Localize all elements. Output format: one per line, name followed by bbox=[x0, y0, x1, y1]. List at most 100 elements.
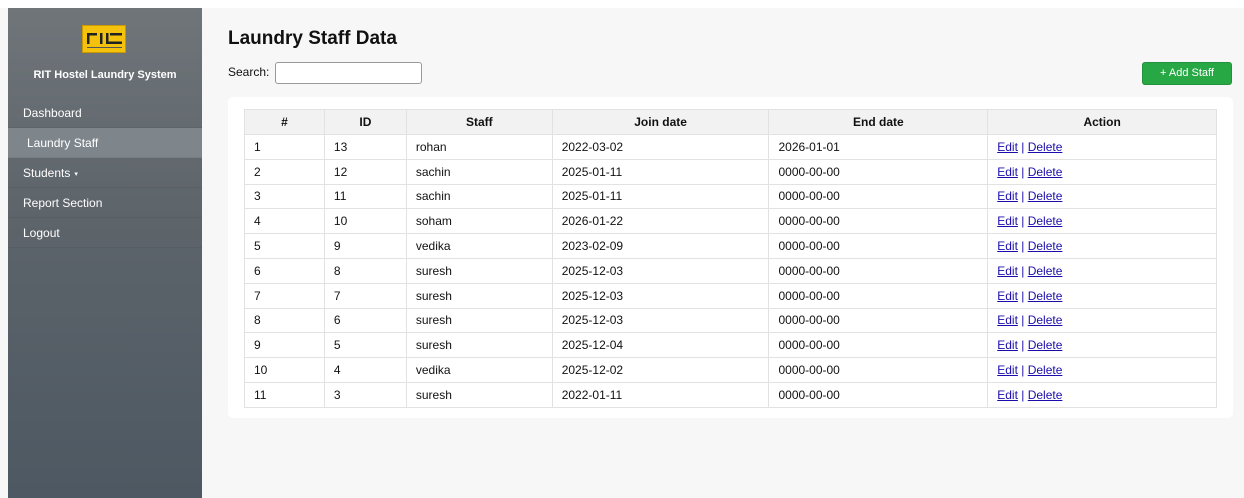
action-separator: | bbox=[1017, 139, 1028, 154]
edit-link[interactable]: Edit bbox=[997, 239, 1018, 253]
search-input[interactable] bbox=[275, 62, 422, 84]
column-header: End date bbox=[768, 109, 989, 135]
table-cell-action: Edit | Delete bbox=[987, 332, 1217, 359]
table-cell-end: 0000-00-00 bbox=[768, 183, 989, 210]
delete-link[interactable]: Delete bbox=[1028, 189, 1063, 203]
column-header: Join date bbox=[551, 109, 770, 135]
table-cell-join: 2026-01-22 bbox=[551, 208, 770, 235]
add-staff-button[interactable]: + Add Staff bbox=[1142, 62, 1232, 85]
table-row: 10 4 vedika 2025-12-02 0000-00-00 Edit | Dele… bbox=[244, 357, 1217, 383]
action-separator: | bbox=[1017, 288, 1028, 303]
table-cell-staff: suresh bbox=[405, 257, 553, 284]
edit-link[interactable]: Edit bbox=[997, 289, 1018, 303]
table-cell-n: 1 bbox=[244, 134, 325, 160]
table-header-row: # ID Staff Join date End date Action bbox=[244, 109, 1217, 135]
delete-link[interactable]: Delete bbox=[1028, 140, 1063, 154]
table-row: 4 10 soham 2026-01-22 0000-00-00 Edit | Delet… bbox=[244, 208, 1217, 235]
delete-link[interactable]: Delete bbox=[1028, 338, 1063, 352]
table-cell-join: 2022-01-11 bbox=[551, 381, 770, 408]
table-cell-join: 2025-01-11 bbox=[551, 158, 770, 185]
sidebar-item-label: Laundry Staff bbox=[27, 136, 99, 150]
action-separator: | bbox=[1017, 189, 1028, 204]
sidebar-item-logout[interactable]: Logout bbox=[8, 218, 202, 248]
chevron-down-icon: ▾ bbox=[74, 171, 78, 178]
table-cell-end: 0000-00-00 bbox=[768, 332, 989, 359]
delete-link[interactable]: Delete bbox=[1028, 165, 1063, 179]
table-row: 3 11 sachin 2025-01-11 0000-00-00 Edit | Dele… bbox=[244, 183, 1217, 210]
top-strip bbox=[0, 0, 1244, 8]
edit-link[interactable]: Edit bbox=[997, 165, 1018, 179]
table-cell-action: Edit | Delete bbox=[987, 233, 1217, 259]
table-cell-id: 12 bbox=[323, 158, 407, 185]
column-header: # bbox=[244, 109, 325, 135]
table-cell-id: 10 bbox=[323, 208, 407, 235]
table-cell-n: 5 bbox=[244, 233, 325, 259]
table-cell-id: 3 bbox=[323, 381, 407, 408]
table-cell-join: 2025-12-03 bbox=[551, 257, 770, 284]
table-cell-action: Edit | Delete bbox=[987, 183, 1217, 210]
edit-link[interactable]: Edit bbox=[997, 189, 1018, 203]
edit-link[interactable]: Edit bbox=[997, 388, 1018, 402]
table-cell-end: 0000-00-00 bbox=[768, 381, 989, 408]
sidebar-item-dashboard[interactable]: Dashboard bbox=[8, 98, 202, 128]
table-cell-id: 5 bbox=[323, 332, 407, 359]
edit-link[interactable]: Edit bbox=[997, 313, 1018, 327]
table-cell-staff: soham bbox=[405, 208, 553, 235]
main-content: Laundry Staff Data Search: + Add Staff #… bbox=[202, 8, 1244, 498]
action-separator: | bbox=[1017, 239, 1028, 254]
delete-link[interactable]: Delete bbox=[1028, 264, 1063, 278]
sidebar: RIT Hostel Laundry System Dashboard Laun… bbox=[8, 8, 202, 498]
sidebar-nav: Dashboard Laundry Staff Students ▾ Report… bbox=[8, 98, 202, 248]
table-cell-n: 8 bbox=[244, 307, 325, 334]
action-separator: | bbox=[1017, 338, 1028, 353]
table-cell-action: Edit | Delete bbox=[987, 134, 1217, 160]
delete-link[interactable]: Delete bbox=[1028, 363, 1063, 377]
table-row: 1 13 rohan 2022-03-02 2026-01-01 Edit | Delet… bbox=[244, 134, 1217, 160]
edit-link[interactable]: Edit bbox=[997, 363, 1018, 377]
column-header: ID bbox=[323, 109, 407, 135]
delete-link[interactable]: Delete bbox=[1028, 388, 1063, 402]
table-cell-id: 9 bbox=[323, 233, 407, 259]
table-cell-id: 13 bbox=[323, 134, 407, 160]
table-cell-action: Edit | Delete bbox=[987, 357, 1217, 383]
column-header: Staff bbox=[405, 109, 553, 135]
sidebar-item-label: Students bbox=[23, 166, 71, 180]
table-cell-action: Edit | Delete bbox=[987, 282, 1217, 309]
delete-link[interactable]: Delete bbox=[1028, 289, 1063, 303]
edit-link[interactable]: Edit bbox=[997, 140, 1018, 154]
edit-link[interactable]: Edit bbox=[997, 338, 1018, 352]
table-cell-action: Edit | Delete bbox=[987, 158, 1217, 185]
edit-link[interactable]: Edit bbox=[997, 264, 1018, 278]
table-cell-join: 2025-12-04 bbox=[551, 332, 770, 359]
edit-link[interactable]: Edit bbox=[997, 214, 1018, 228]
table-cell-n: 2 bbox=[244, 158, 325, 185]
table-cell-n: 4 bbox=[244, 208, 325, 235]
sidebar-item-laundry-staff[interactable]: Laundry Staff bbox=[8, 128, 202, 158]
sidebar-item-label: Report Section bbox=[23, 196, 103, 210]
table-cell-staff: suresh bbox=[405, 307, 553, 334]
table-cell-staff: vedika bbox=[405, 357, 553, 383]
table-cell-n: 7 bbox=[244, 282, 325, 309]
delete-link[interactable]: Delete bbox=[1028, 239, 1063, 253]
sidebar-item-label: Dashboard bbox=[23, 106, 82, 120]
sidebar-item-report-section[interactable]: Report Section bbox=[8, 188, 202, 218]
table-cell-action: Edit | Delete bbox=[987, 381, 1217, 408]
table-cell-action: Edit | Delete bbox=[987, 257, 1217, 284]
staff-table-card: # ID Staff Join date End date Action 1 13… bbox=[228, 97, 1233, 418]
table-cell-id: 7 bbox=[323, 282, 407, 309]
table-row: 9 5 suresh 2025-12-04 0000-00-00 Edit | Delet… bbox=[244, 332, 1217, 359]
search-label: Search: bbox=[228, 65, 270, 79]
sidebar-item-students[interactable]: Students ▾ bbox=[8, 158, 202, 188]
table-cell-join: 2025-12-03 bbox=[551, 282, 770, 309]
delete-link[interactable]: Delete bbox=[1028, 313, 1063, 327]
table-cell-end: 0000-00-00 bbox=[768, 357, 989, 383]
table-cell-end: 0000-00-00 bbox=[768, 257, 989, 284]
delete-link[interactable]: Delete bbox=[1028, 214, 1063, 228]
table-cell-end: 2026-01-01 bbox=[768, 134, 989, 160]
action-separator: | bbox=[1017, 214, 1028, 229]
staff-table: # ID Staff Join date End date Action 1 13… bbox=[244, 109, 1217, 408]
action-separator: | bbox=[1017, 263, 1028, 278]
table-cell-action: Edit | Delete bbox=[987, 208, 1217, 235]
table-cell-end: 0000-00-00 bbox=[768, 307, 989, 334]
table-row: 11 3 suresh 2022-01-11 0000-00-00 Edit | Dele… bbox=[244, 381, 1217, 408]
